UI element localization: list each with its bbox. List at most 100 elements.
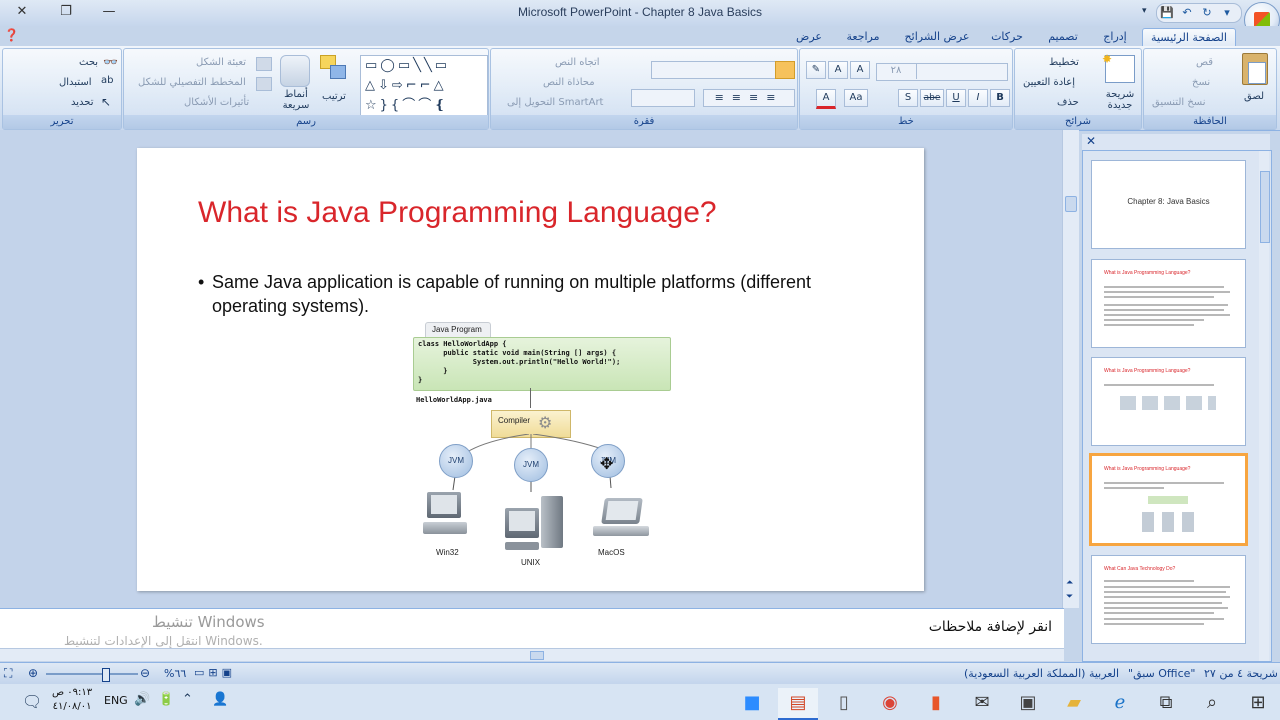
font-size-input[interactable]: ٢٨ bbox=[876, 63, 917, 79]
next-slide-icon[interactable]: ⏷ bbox=[1066, 592, 1073, 602]
slide-thumbnail[interactable]: What is Java Programming Language? bbox=[1091, 259, 1246, 348]
zoom-out-icon[interactable]: ⊖ bbox=[140, 666, 150, 680]
vertical-scrollbar[interactable]: ⏶ ⏷ bbox=[1062, 130, 1079, 608]
tab-animations[interactable]: حركات bbox=[986, 28, 1028, 46]
reset-button[interactable]: إعادة التعيين bbox=[1023, 77, 1075, 88]
show-hidden-icons[interactable]: ⌃ bbox=[182, 692, 193, 707]
shrink-font-button[interactable]: A bbox=[850, 61, 870, 79]
search-icon[interactable]: ⌕ bbox=[1192, 688, 1232, 718]
chrome-icon[interactable]: ◉ bbox=[870, 688, 910, 718]
slide-thumbnail[interactable]: Chapter 8: Java Basics bbox=[1091, 160, 1246, 249]
layout-button[interactable]: تخطيط bbox=[1049, 57, 1079, 68]
people-icon[interactable]: 👤 bbox=[212, 692, 228, 707]
align-text-button[interactable]: محاذاة النص bbox=[543, 77, 595, 88]
platform-label: UNIX bbox=[521, 558, 541, 567]
diagram-preview bbox=[1120, 396, 1216, 410]
code-line: class HelloWorldApp { bbox=[418, 340, 507, 348]
scroll-thumb[interactable] bbox=[1065, 196, 1077, 212]
underline-button[interactable]: U bbox=[946, 89, 966, 107]
bold-button[interactable]: B bbox=[990, 89, 1010, 107]
clock[interactable]: ٠٩:١٣ ص ٤١/٠٨/٠١ bbox=[52, 686, 92, 714]
shadow-button[interactable]: S bbox=[898, 89, 918, 107]
quick-styles-button[interactable]: أنماط سريعة bbox=[281, 89, 311, 111]
battery-icon[interactable]: 🔋 bbox=[158, 692, 174, 707]
tab-home[interactable]: الصفحة الرئيسية bbox=[1142, 28, 1236, 47]
slide-canvas[interactable]: What is Java Programming Language? • Sam… bbox=[137, 148, 924, 591]
horizontal-scrollbar[interactable] bbox=[0, 648, 1064, 661]
notes-pane[interactable]: انقر لإضافة ملاحظات تنشيط Windows انتقل … bbox=[0, 608, 1064, 649]
fit-window-icon[interactable]: ⛶ bbox=[4, 666, 12, 681]
replace-button[interactable]: استبدال bbox=[59, 77, 92, 88]
arrange-button[interactable]: ترتيب bbox=[322, 91, 346, 102]
slide-thumbnail[interactable]: What is Java Programming Language? bbox=[1091, 357, 1246, 446]
tab-slideshow[interactable]: عرض الشرائح bbox=[898, 28, 976, 46]
mail-icon[interactable]: ✉ bbox=[962, 688, 1002, 718]
pane-header: ✕ bbox=[1082, 134, 1270, 150]
volume-icon[interactable]: 🔊 bbox=[134, 692, 150, 707]
cut-button[interactable]: قص bbox=[1196, 57, 1213, 68]
edge-icon[interactable]: ℯ bbox=[1100, 688, 1140, 718]
shape-outline-button[interactable]: المخطط التفصيلي للشكل bbox=[138, 77, 246, 88]
shapes-gallery[interactable]: ▭◯▭╲╲▭ △⇩⇨⌐⌐△ ☆}{⌒⌒❴ bbox=[360, 55, 488, 117]
column-buttons[interactable] bbox=[631, 89, 695, 107]
tab-review[interactable]: مراجعة bbox=[838, 28, 888, 46]
view-buttons[interactable]: ▭⊞▣ bbox=[194, 666, 248, 680]
notes-placeholder[interactable]: انقر لإضافة ملاحظات bbox=[929, 619, 1052, 635]
copy-button[interactable]: نسخ bbox=[1192, 77, 1210, 88]
document-app-icon[interactable]: ▯ bbox=[824, 688, 864, 718]
customize-icon[interactable]: ▾ bbox=[1217, 4, 1237, 22]
strikethrough-button[interactable]: abe bbox=[920, 89, 944, 107]
tab-design[interactable]: تصميم bbox=[1036, 28, 1090, 46]
help-icon[interactable]: ❓ bbox=[4, 28, 19, 42]
zoom-slider[interactable] bbox=[46, 668, 138, 682]
zoom-slider-thumb[interactable] bbox=[102, 668, 110, 682]
start-icon[interactable]: ⊞ bbox=[1238, 688, 1278, 718]
text-direction-button[interactable]: اتجاه النص bbox=[555, 57, 600, 68]
zoom-app-icon[interactable]: ■ bbox=[732, 688, 772, 718]
alignment-buttons[interactable]: ≡≡≡≡ bbox=[703, 89, 795, 107]
paste-icon bbox=[1242, 53, 1268, 85]
list-buttons[interactable] bbox=[651, 61, 779, 79]
thumbnails-scrollbar[interactable] bbox=[1259, 151, 1270, 661]
language-status: العربية (المملكة العربية السعودية) bbox=[964, 667, 1120, 680]
file-explorer-icon[interactable]: ▰ bbox=[1054, 688, 1094, 718]
thumbnails-scroll-thumb[interactable] bbox=[1260, 171, 1270, 243]
mac-laptop-icon bbox=[593, 498, 653, 542]
italic-button[interactable]: I bbox=[968, 89, 988, 107]
paste-button[interactable]: لصق bbox=[1244, 91, 1264, 102]
slide-title[interactable]: What is Java Programming Language? bbox=[198, 196, 717, 230]
format-painter-button[interactable]: نسخ التنسيق bbox=[1152, 97, 1205, 108]
delete-slide-button[interactable]: حذف bbox=[1057, 97, 1079, 108]
pdf-app-icon[interactable]: ▮ bbox=[916, 688, 956, 718]
slide-thumbnail-selected[interactable]: What is Java Programming Language? bbox=[1089, 453, 1248, 546]
input-language[interactable]: ENG bbox=[104, 694, 128, 707]
store-icon[interactable]: ▣ bbox=[1008, 688, 1048, 718]
change-case-button[interactable]: Aa bbox=[844, 89, 868, 107]
powerpoint-app-icon[interactable]: ▤ bbox=[778, 688, 818, 720]
notification-icon[interactable]: 🗨 bbox=[22, 692, 42, 711]
new-slide-button[interactable]: شريحة جديدة bbox=[1103, 89, 1137, 111]
save-icon[interactable]: 💾 bbox=[1157, 4, 1177, 22]
jvm-label: JVM bbox=[523, 460, 539, 469]
tab-view[interactable]: عرض bbox=[788, 28, 830, 46]
grow-font-button[interactable]: A bbox=[828, 61, 848, 79]
zoom-in-icon[interactable]: ⊕ bbox=[28, 666, 38, 680]
task-view-icon[interactable]: ⧉ bbox=[1146, 688, 1186, 718]
close-pane-icon[interactable]: ✕ bbox=[1086, 134, 1096, 148]
hscroll-thumb[interactable] bbox=[530, 651, 544, 660]
select-button[interactable]: تحديد bbox=[71, 97, 94, 108]
redo-icon[interactable]: ↻ bbox=[1197, 4, 1217, 22]
undo-icon[interactable]: ↶ bbox=[1177, 4, 1197, 22]
previous-slide-icon[interactable]: ⏶ bbox=[1066, 578, 1073, 588]
rtl-bullets-icon[interactable] bbox=[775, 61, 795, 79]
smartart-button[interactable]: التحويل إلى SmartArt bbox=[507, 97, 603, 108]
font-color-button[interactable]: A bbox=[816, 89, 836, 109]
zoom-level[interactable]: %٦٦ bbox=[164, 667, 186, 680]
clear-format-button[interactable]: ✎ bbox=[806, 61, 826, 79]
shape-fill-button[interactable]: تعبئة الشكل bbox=[196, 57, 246, 68]
tab-insert[interactable]: إدراج bbox=[1096, 28, 1134, 46]
qat-dropdown-icon[interactable]: ▾ bbox=[1142, 6, 1147, 16]
find-button[interactable]: بحث bbox=[79, 57, 98, 68]
slide-thumbnail[interactable]: What Can Java Technology Do? bbox=[1091, 555, 1246, 644]
shape-effects-button[interactable]: تأثيرات الأشكال bbox=[184, 97, 249, 108]
